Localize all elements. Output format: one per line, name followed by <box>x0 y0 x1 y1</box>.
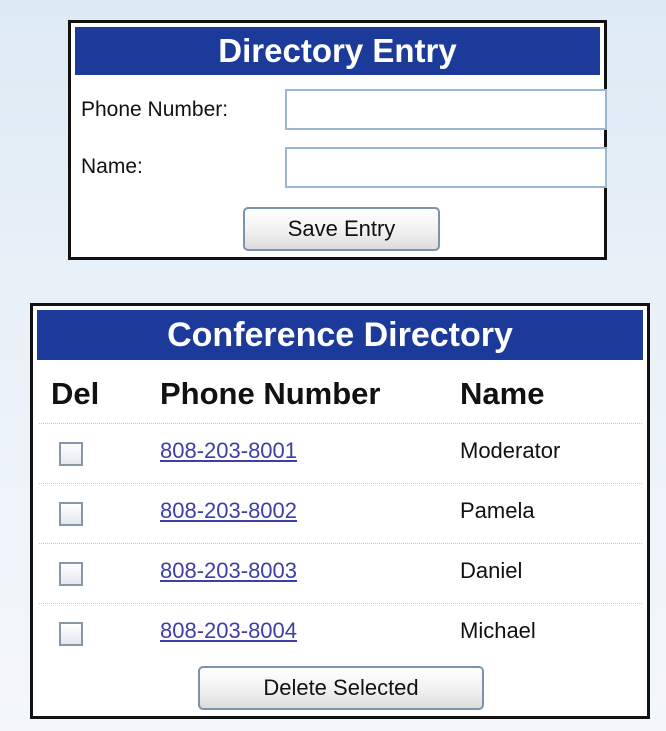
table-row: 808-203-8001 Moderator <box>39 423 642 483</box>
name-input[interactable] <box>285 147 607 188</box>
conference-directory-title: Conference Directory <box>37 310 643 360</box>
table-row: 808-203-8004 Michael <box>39 603 642 663</box>
column-header-phone-number: Phone Number <box>160 376 381 411</box>
delete-selected-button[interactable]: Delete Selected <box>198 666 484 710</box>
column-header-del: Del <box>51 376 100 411</box>
table-row: 808-203-8002 Pamela <box>39 483 642 543</box>
directory-entry-panel: Directory Entry Phone Number: Name: Save… <box>68 20 607 260</box>
contact-name: Moderator <box>460 438 561 463</box>
delete-checkbox[interactable] <box>59 502 83 526</box>
conference-directory-panel: Conference Directory Del Phone Number Na… <box>30 303 650 719</box>
name-label: Name: <box>81 155 143 178</box>
directory-table: 808-203-8001 Moderator 808-203-8002 Pame… <box>39 423 642 663</box>
phone-number-label: Phone Number: <box>81 98 229 121</box>
phone-number-input[interactable] <box>285 89 607 130</box>
save-entry-button[interactable]: Save Entry <box>243 207 440 251</box>
delete-checkbox[interactable] <box>59 562 83 586</box>
phone-number-link[interactable]: 808-203-8002 <box>160 498 297 524</box>
contact-name: Michael <box>460 618 536 643</box>
directory-entry-title: Directory Entry <box>75 27 600 75</box>
delete-checkbox[interactable] <box>59 622 83 646</box>
phone-number-link[interactable]: 808-203-8001 <box>160 438 297 464</box>
table-row: 808-203-8003 Daniel <box>39 543 642 603</box>
contact-name: Pamela <box>460 498 535 523</box>
column-header-name: Name <box>460 376 545 411</box>
phone-number-link[interactable]: 808-203-8004 <box>160 618 297 644</box>
delete-checkbox[interactable] <box>59 442 83 466</box>
phone-number-link[interactable]: 808-203-8003 <box>160 558 297 584</box>
contact-name: Daniel <box>460 558 523 583</box>
